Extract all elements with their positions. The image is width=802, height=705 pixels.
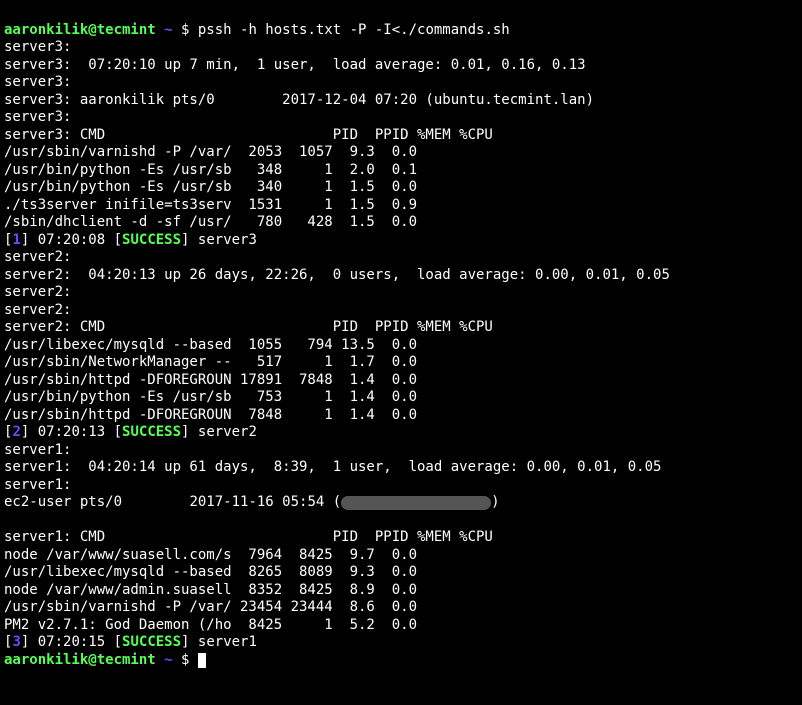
prompt-dir: ~ bbox=[164, 652, 181, 668]
output-line: /usr/libexec/mysqld --based 1055 794 13.… bbox=[4, 337, 417, 353]
bracket: ] bbox=[21, 634, 38, 650]
output-line: server3: bbox=[4, 109, 71, 125]
bracket: ] bbox=[181, 634, 198, 650]
result-status: SUCCESS bbox=[122, 634, 181, 650]
result-index: 1 bbox=[12, 232, 20, 248]
result-status: SUCCESS bbox=[122, 424, 181, 440]
bracket: [ bbox=[105, 634, 122, 650]
output-line: /usr/sbin/httpd -DFOREGROUN 17891 7848 1… bbox=[4, 372, 417, 388]
output-line: server2: bbox=[4, 249, 71, 265]
prompt-user: aaronkilik@tecmint bbox=[4, 22, 164, 38]
output-line bbox=[4, 512, 12, 528]
output-line: server3: aaronkilik pts/0 2017-12-04 07:… bbox=[4, 92, 594, 108]
bracket: ] bbox=[181, 232, 198, 248]
result-host: server2 bbox=[198, 424, 257, 440]
prompt-dollar: $ bbox=[181, 652, 198, 668]
output-line: server1: CMD PID PPID %MEM %CPU bbox=[4, 529, 493, 545]
output-line: server3: bbox=[4, 74, 71, 90]
output-line: server1: bbox=[4, 442, 71, 458]
output-line: server2: CMD PID PPID %MEM %CPU bbox=[4, 319, 493, 335]
output-line: server2: bbox=[4, 302, 71, 318]
output-line: node /var/www/suasell.com/s 7964 8425 9.… bbox=[4, 547, 417, 563]
output-line: /sbin/dhclient -d -sf /usr/ 780 428 1.5 … bbox=[4, 214, 417, 230]
result-time: 07:20:15 bbox=[38, 634, 105, 650]
output-line: /usr/sbin/varnishd -P /var/ 23454 23444 … bbox=[4, 599, 417, 615]
result-host: server3 bbox=[198, 232, 257, 248]
output-line: /usr/libexec/mysqld --based 8265 8089 9.… bbox=[4, 564, 417, 580]
output-line: server3: CMD PID PPID %MEM %CPU bbox=[4, 127, 493, 143]
output-line: ) bbox=[491, 494, 499, 510]
output-line: /usr/sbin/NetworkManager -- 517 1 1.7 0.… bbox=[4, 354, 417, 370]
output-line: /usr/sbin/varnishd -P /var/ 2053 1057 9.… bbox=[4, 144, 417, 160]
output-line: /usr/bin/python -Es /usr/sb 753 1 1.4 0.… bbox=[4, 389, 417, 405]
output-line: server3: bbox=[4, 39, 71, 55]
output-line: server3: 07:20:10 up 7 min, 1 user, load… bbox=[4, 57, 586, 73]
redacted-hostname bbox=[341, 496, 491, 510]
result-index: 3 bbox=[12, 634, 20, 650]
output-line: node /var/www/admin.suasell 8352 8425 8.… bbox=[4, 582, 417, 598]
output-line: /usr/bin/python -Es /usr/sb 348 1 2.0 0.… bbox=[4, 162, 417, 178]
bracket: ] bbox=[181, 424, 198, 440]
bracket: ] bbox=[21, 232, 38, 248]
output-line: PM2 v2.7.1: God Daemon (/ho 8425 1 5.2 0… bbox=[4, 617, 417, 633]
output-line: ec2-user pts/0 bbox=[4, 494, 189, 510]
result-index: 2 bbox=[12, 424, 20, 440]
output-line: server2: 04:20:13 up 26 days, 22:26, 0 u… bbox=[4, 267, 670, 283]
result-time: 07:20:08 bbox=[38, 232, 105, 248]
prompt-user: aaronkilik@tecmint bbox=[4, 652, 164, 668]
terminal[interactable]: aaronkilik@tecmint ~ $ pssh -h hosts.txt… bbox=[0, 0, 802, 673]
result-time: 07:20:13 bbox=[38, 424, 105, 440]
output-line: server1: bbox=[4, 477, 71, 493]
bracket: [ bbox=[105, 424, 122, 440]
output-line: /usr/bin/python -Es /usr/sb 340 1 1.5 0.… bbox=[4, 179, 417, 195]
cursor[interactable] bbox=[198, 653, 206, 668]
output-line: 2017-11-16 05:54 ( bbox=[189, 494, 341, 510]
result-host: server1 bbox=[198, 634, 257, 650]
output-line: server2: bbox=[4, 284, 71, 300]
output-line: /usr/sbin/httpd -DFOREGROUN 7848 1 1.4 0… bbox=[4, 407, 417, 423]
result-status: SUCCESS bbox=[122, 232, 181, 248]
output-line: server1: 04:20:14 up 61 days, 8:39, 1 us… bbox=[4, 459, 661, 475]
command-line: $ pssh -h hosts.txt -P -I<./commands.sh bbox=[181, 22, 510, 38]
prompt-dir: ~ bbox=[164, 22, 181, 38]
bracket: [ bbox=[105, 232, 122, 248]
bracket: ] bbox=[21, 424, 38, 440]
output-line: ./ts3server inifile=ts3serv 1531 1 1.5 0… bbox=[4, 197, 417, 213]
